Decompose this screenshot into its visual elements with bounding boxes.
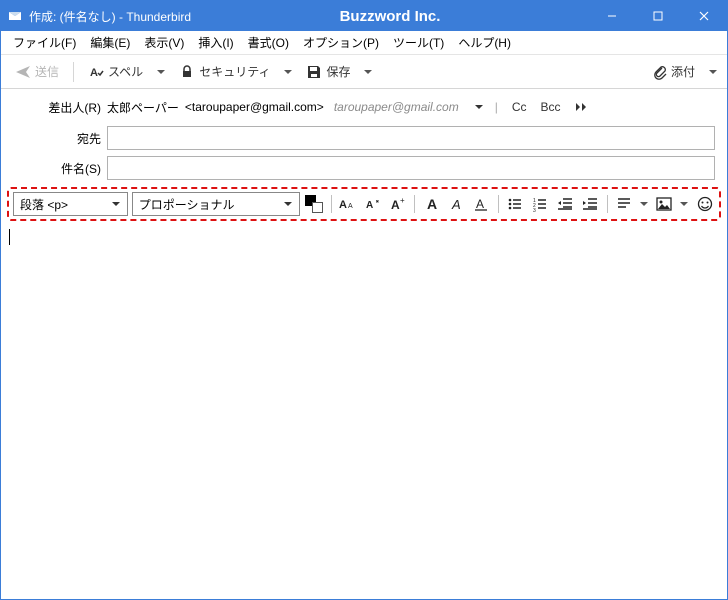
menu-edit[interactable]: 編集(E) bbox=[84, 32, 136, 53]
window-controls bbox=[589, 1, 727, 31]
menu-file[interactable]: ファイル(F) bbox=[7, 32, 82, 53]
send-label: 送信 bbox=[35, 63, 59, 80]
divider: | bbox=[495, 100, 498, 114]
italic-button[interactable]: A bbox=[446, 193, 467, 215]
save-icon bbox=[306, 64, 322, 80]
svg-text:A: A bbox=[366, 200, 373, 211]
insert-image-button[interactable] bbox=[654, 193, 675, 215]
paragraph-value: 段落 <p> bbox=[20, 196, 111, 213]
svg-text:A: A bbox=[348, 203, 353, 210]
chevron-down-icon bbox=[111, 197, 121, 211]
font-size-smaller-button[interactable]: A bbox=[362, 193, 383, 215]
menubar: ファイル(F) 編集(E) 表示(V) 挿入(I) 書式(O) オプション(P)… bbox=[1, 31, 727, 55]
save-button[interactable]: 保存 bbox=[300, 60, 356, 83]
titlebar: 作成: (件名なし) - Thunderbird Buzzword Inc. bbox=[1, 1, 727, 31]
separator bbox=[607, 195, 608, 213]
minimize-button[interactable] bbox=[589, 1, 635, 31]
to-row: 宛先 bbox=[13, 125, 715, 151]
menu-options[interactable]: オプション(P) bbox=[297, 32, 385, 53]
send-icon bbox=[15, 64, 31, 80]
underline-button[interactable]: A bbox=[471, 193, 492, 215]
numbered-list-button[interactable]: 123 bbox=[530, 193, 551, 215]
message-body[interactable] bbox=[9, 225, 719, 591]
lock-icon bbox=[179, 64, 195, 80]
to-label: 宛先 bbox=[13, 130, 101, 147]
svg-text:A: A bbox=[427, 196, 437, 212]
subject-label: 件名(S) bbox=[13, 160, 101, 177]
svg-text:A: A bbox=[90, 67, 98, 79]
close-button[interactable] bbox=[681, 1, 727, 31]
save-label: 保存 bbox=[326, 63, 350, 80]
font-size-decrease-button[interactable]: AA bbox=[338, 193, 359, 215]
separator bbox=[331, 195, 332, 213]
paragraph-select[interactable]: 段落 <p> bbox=[13, 192, 128, 216]
spell-icon: A bbox=[88, 64, 104, 80]
menu-format[interactable]: 書式(O) bbox=[242, 32, 295, 53]
address-block: 差出人(R) 太郎ペーパー <taroupaper@gmail.com> tar… bbox=[1, 89, 727, 181]
svg-text:3: 3 bbox=[533, 208, 536, 213]
emoji-button[interactable] bbox=[694, 193, 715, 215]
svg-text:+: + bbox=[400, 196, 405, 205]
format-toolbar: 段落 <p> プロポーショナル AA A A+ A A A 123 bbox=[7, 187, 721, 221]
bcc-button[interactable]: Bcc bbox=[537, 98, 565, 116]
from-label: 差出人(R) bbox=[13, 99, 101, 116]
text-color-button[interactable] bbox=[304, 193, 325, 215]
window-title: 作成: (件名なし) - Thunderbird bbox=[29, 8, 191, 25]
from-name: 太郎ペーパー bbox=[107, 99, 179, 116]
separator bbox=[414, 195, 415, 213]
compose-window: 作成: (件名なし) - Thunderbird Buzzword Inc. フ… bbox=[0, 0, 728, 600]
svg-text:A: A bbox=[391, 198, 400, 212]
menu-view[interactable]: 表示(V) bbox=[138, 32, 190, 53]
bullet-list-button[interactable] bbox=[505, 193, 526, 215]
insert-dropdown[interactable] bbox=[679, 200, 690, 208]
paperclip-icon bbox=[651, 64, 667, 80]
svg-text:A: A bbox=[476, 197, 484, 211]
app-icon bbox=[7, 8, 23, 24]
send-button[interactable]: 送信 bbox=[9, 60, 65, 83]
color-swatch-icon bbox=[305, 195, 323, 213]
menu-insert[interactable]: 挿入(I) bbox=[192, 32, 239, 53]
font-select[interactable]: プロポーショナル bbox=[132, 192, 300, 216]
separator bbox=[73, 62, 74, 82]
attach-button[interactable]: 添付 bbox=[645, 60, 701, 83]
menu-tools[interactable]: ツール(T) bbox=[387, 32, 450, 53]
font-size-larger-button[interactable]: A+ bbox=[387, 193, 408, 215]
to-input[interactable] bbox=[107, 126, 715, 150]
bold-button[interactable]: A bbox=[421, 193, 442, 215]
menu-help[interactable]: ヘルプ(H) bbox=[452, 32, 517, 53]
from-email: <taroupaper@gmail.com> bbox=[185, 100, 324, 114]
cc-button[interactable]: Cc bbox=[508, 98, 531, 116]
svg-text:A: A bbox=[339, 199, 347, 211]
subject-row: 件名(S) bbox=[13, 155, 715, 181]
from-dropdown[interactable] bbox=[473, 103, 485, 111]
attach-dropdown[interactable] bbox=[707, 68, 719, 76]
subject-input[interactable] bbox=[107, 156, 715, 180]
brand-label: Buzzword Inc. bbox=[191, 8, 589, 25]
indent-button[interactable] bbox=[580, 193, 601, 215]
align-button[interactable] bbox=[613, 193, 634, 215]
security-dropdown[interactable] bbox=[282, 68, 294, 76]
from-row: 差出人(R) 太郎ペーパー <taroupaper@gmail.com> tar… bbox=[13, 93, 715, 121]
chevron-down-icon bbox=[283, 197, 293, 211]
align-dropdown[interactable] bbox=[638, 200, 649, 208]
outdent-button[interactable] bbox=[555, 193, 576, 215]
more-recipients-button[interactable] bbox=[571, 102, 595, 112]
save-dropdown[interactable] bbox=[362, 68, 374, 76]
spell-dropdown[interactable] bbox=[155, 68, 167, 76]
security-button[interactable]: セキュリティ bbox=[173, 60, 276, 83]
separator bbox=[498, 195, 499, 213]
attach-label: 添付 bbox=[671, 63, 695, 80]
main-toolbar: 送信 A スペル セキュリティ 保存 添付 bbox=[1, 55, 727, 89]
text-cursor bbox=[9, 229, 10, 245]
spell-label: スペル bbox=[108, 63, 143, 80]
maximize-button[interactable] bbox=[635, 1, 681, 31]
security-label: セキュリティ bbox=[199, 63, 270, 80]
from-alt-email: taroupaper@gmail.com bbox=[334, 100, 459, 114]
svg-text:A: A bbox=[451, 197, 461, 212]
font-value: プロポーショナル bbox=[139, 196, 283, 213]
spell-button[interactable]: A スペル bbox=[82, 60, 149, 83]
